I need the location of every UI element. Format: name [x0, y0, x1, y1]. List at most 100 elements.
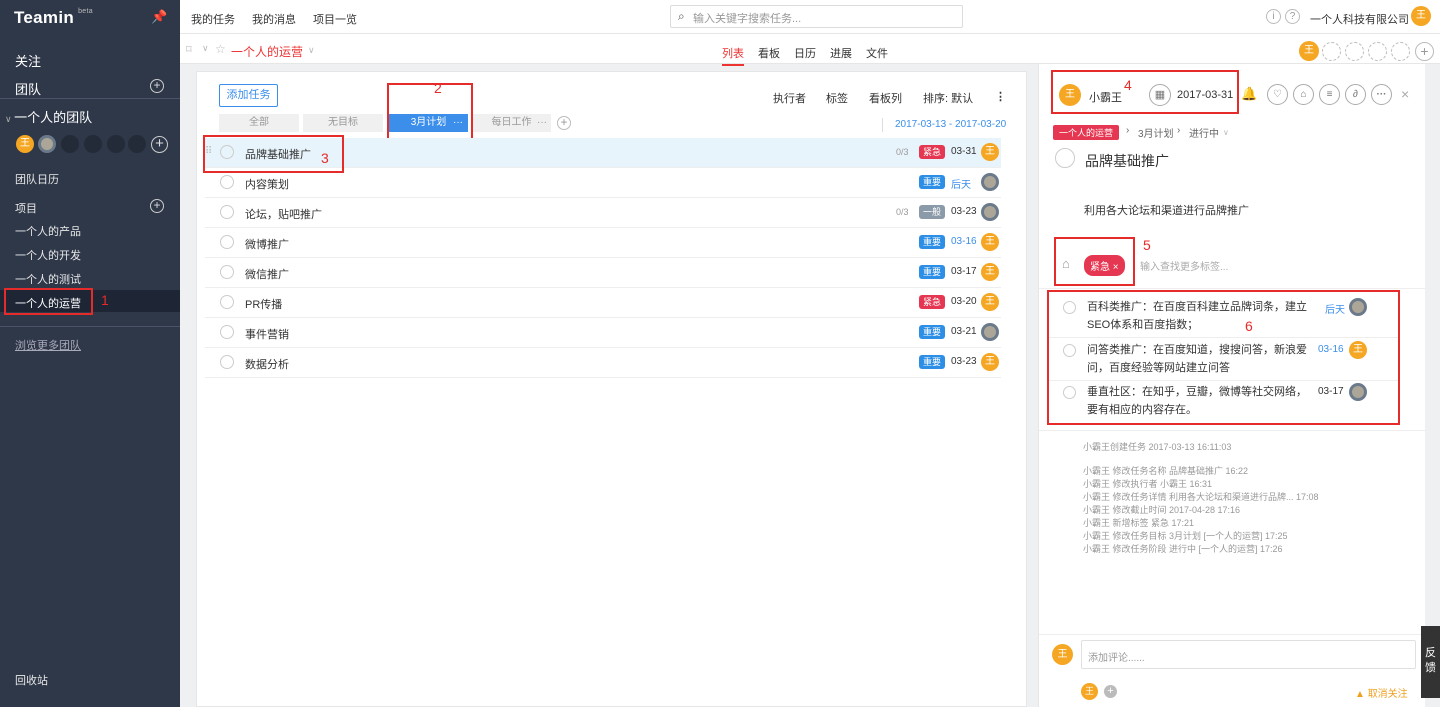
tab-all[interactable]: 全部 [219, 114, 299, 132]
sidebar-team[interactable]: 团队 [15, 79, 41, 98]
filter-tags[interactable]: 标签 [826, 90, 848, 106]
project-title[interactable]: 一个人的运营 [231, 43, 303, 60]
tag-icon[interactable]: ⌂ [1293, 84, 1314, 105]
task-checkbox[interactable] [220, 325, 234, 339]
project-member-avatar[interactable]: 王 [1299, 41, 1319, 61]
task-checkbox[interactable] [220, 355, 234, 369]
project-item[interactable]: 一个人的测试 [15, 271, 81, 287]
task-row[interactable]: PR传播 紧急 03-20 王 [205, 288, 1001, 318]
nav-my-messages[interactable]: 我的消息 [252, 11, 296, 27]
task-row[interactable]: 事件营销 重要 03-21 [205, 318, 1001, 348]
filter-sort[interactable]: 排序: 默认 [923, 90, 973, 106]
search-input[interactable]: ⌕ 输入关键字搜索任务... [670, 5, 963, 28]
filter-board-column[interactable]: 看板列 [869, 90, 902, 106]
add-team-icon[interactable]: + [150, 79, 164, 93]
add-follower-icon[interactable]: + [1104, 685, 1117, 698]
member-slot[interactable] [1391, 42, 1410, 61]
task-checkbox[interactable] [220, 235, 234, 249]
chevron-down-icon[interactable]: ∨ [1223, 128, 1229, 137]
member-slot[interactable] [1368, 42, 1387, 61]
close-icon[interactable]: × [1401, 86, 1409, 102]
star-icon[interactable]: ☆ [215, 42, 226, 56]
member-slot[interactable] [1345, 42, 1364, 61]
task-row[interactable]: 论坛，贴吧推广 0/3 一般 03-23 [205, 198, 1001, 228]
tab-progress[interactable]: 进展 [830, 45, 852, 61]
chevron-down-icon[interactable]: ∨ [308, 45, 315, 56]
task-checkbox[interactable] [220, 205, 234, 219]
pin-icon[interactable]: 📌 [151, 9, 167, 25]
member-avatar[interactable]: 王 [16, 135, 34, 153]
task-row[interactable]: 数据分析 重要 03-23 王 [205, 348, 1001, 378]
task-checkbox[interactable] [220, 175, 234, 189]
comment-input[interactable]: 添加评论...... [1081, 640, 1416, 669]
chevron-down-icon[interactable]: ∨ [202, 43, 209, 54]
member-placeholder[interactable] [128, 135, 146, 153]
breadcrumb-goal[interactable]: 3月计划 [1138, 125, 1174, 140]
task-row[interactable]: 微信推广 重要 03-17 王 [205, 258, 1001, 288]
help-icon[interactable]: ? [1285, 9, 1300, 24]
tab-list[interactable]: 列表 [722, 45, 744, 66]
app-logo[interactable]: Teamin beta [14, 8, 93, 28]
tab-files[interactable]: 文件 [866, 45, 888, 61]
tab-no-goal[interactable]: 无目标 [303, 114, 383, 132]
assignee-avatar-photo[interactable] [981, 323, 999, 341]
task-description[interactable]: 利用各大论坛和渠道进行品牌推广 [1084, 202, 1249, 218]
more-icon[interactable]: ⋮ [995, 90, 1006, 103]
tab-board[interactable]: 看板 [758, 45, 780, 61]
task-name[interactable]: 内容策划 [245, 176, 289, 192]
browse-more-teams[interactable]: 浏览更多团队 [15, 337, 81, 353]
task-row[interactable]: 微博推广 重要 03-16 王 [205, 228, 1001, 258]
task-name[interactable]: 微博推广 [245, 236, 289, 252]
more-icon[interactable]: ··· [1371, 84, 1392, 105]
nav-my-tasks[interactable]: 我的任务 [191, 11, 235, 27]
user-avatar[interactable]: 王 [1411, 6, 1431, 26]
assignee-avatar[interactable]: 王 [981, 143, 999, 161]
task-name[interactable]: 微信推广 [245, 266, 289, 282]
add-member-icon[interactable]: + [151, 136, 168, 153]
breadcrumb-project[interactable]: 一个人的运营 [1053, 125, 1120, 140]
add-project-icon[interactable]: + [150, 199, 164, 213]
tag-search-input[interactable]: 输入查找更多标签... [1140, 258, 1228, 273]
team-name[interactable]: ∨ 一个人的团队 [5, 107, 92, 126]
tab-more-icon[interactable]: ··· [537, 114, 547, 132]
info-icon[interactable]: i [1266, 9, 1281, 24]
add-tab-icon[interactable]: + [557, 116, 571, 130]
feedback-button[interactable]: 反馈 [1421, 626, 1440, 698]
heart-icon[interactable]: ♡ [1267, 84, 1288, 105]
assignee-avatar[interactable]: 王 [981, 263, 999, 281]
add-task-button[interactable]: 添加任务 [219, 84, 278, 107]
recycle-bin[interactable]: 回收站 [15, 672, 48, 688]
sidebar-follow[interactable]: 关注 [15, 51, 41, 70]
list-icon[interactable]: ≡ [1319, 84, 1340, 105]
company-name[interactable]: 一个人科技有限公司 [1310, 11, 1409, 27]
member-placeholder[interactable] [61, 135, 79, 153]
member-slot[interactable] [1322, 42, 1341, 61]
bell-icon[interactable]: 🔔 [1241, 86, 1257, 102]
nav-projects-overview[interactable]: 项目一览 [313, 11, 357, 27]
assignee-avatar-photo[interactable] [981, 173, 999, 191]
date-range[interactable]: 2017-03-13 - 2017-03-20 [895, 119, 1006, 130]
assignee-avatar[interactable]: 王 [981, 293, 999, 311]
filter-assignee[interactable]: 执行者 [773, 90, 806, 106]
unfollow-button[interactable]: ▲ 取消关注 [1355, 685, 1408, 700]
add-member-icon[interactable]: + [1415, 42, 1434, 61]
tab-daily-work[interactable]: 每日工作 ··· [472, 114, 551, 132]
task-name[interactable]: 事件营销 [245, 326, 289, 342]
task-name[interactable]: 数据分析 [245, 356, 289, 372]
attachment-icon[interactable]: ∂ [1345, 84, 1366, 105]
tab-calendar[interactable]: 日历 [794, 45, 816, 61]
complete-checkbox[interactable] [1055, 148, 1075, 168]
member-placeholder[interactable] [107, 135, 125, 153]
assignee-avatar-photo[interactable] [981, 203, 999, 221]
project-item[interactable]: 一个人的产品 [15, 223, 81, 239]
task-checkbox[interactable] [220, 265, 234, 279]
collapse-icon[interactable]: ⌑ [186, 43, 192, 56]
assignee-avatar[interactable]: 王 [981, 233, 999, 251]
assignee-avatar[interactable]: 王 [981, 353, 999, 371]
task-title[interactable]: 品牌基础推广 [1085, 151, 1169, 171]
task-checkbox[interactable] [220, 295, 234, 309]
task-name[interactable]: PR传播 [245, 296, 282, 312]
follower-avatar[interactable]: 王 [1081, 683, 1098, 700]
task-name[interactable]: 论坛，贴吧推广 [245, 206, 322, 222]
project-item[interactable]: 一个人的开发 [15, 247, 81, 263]
